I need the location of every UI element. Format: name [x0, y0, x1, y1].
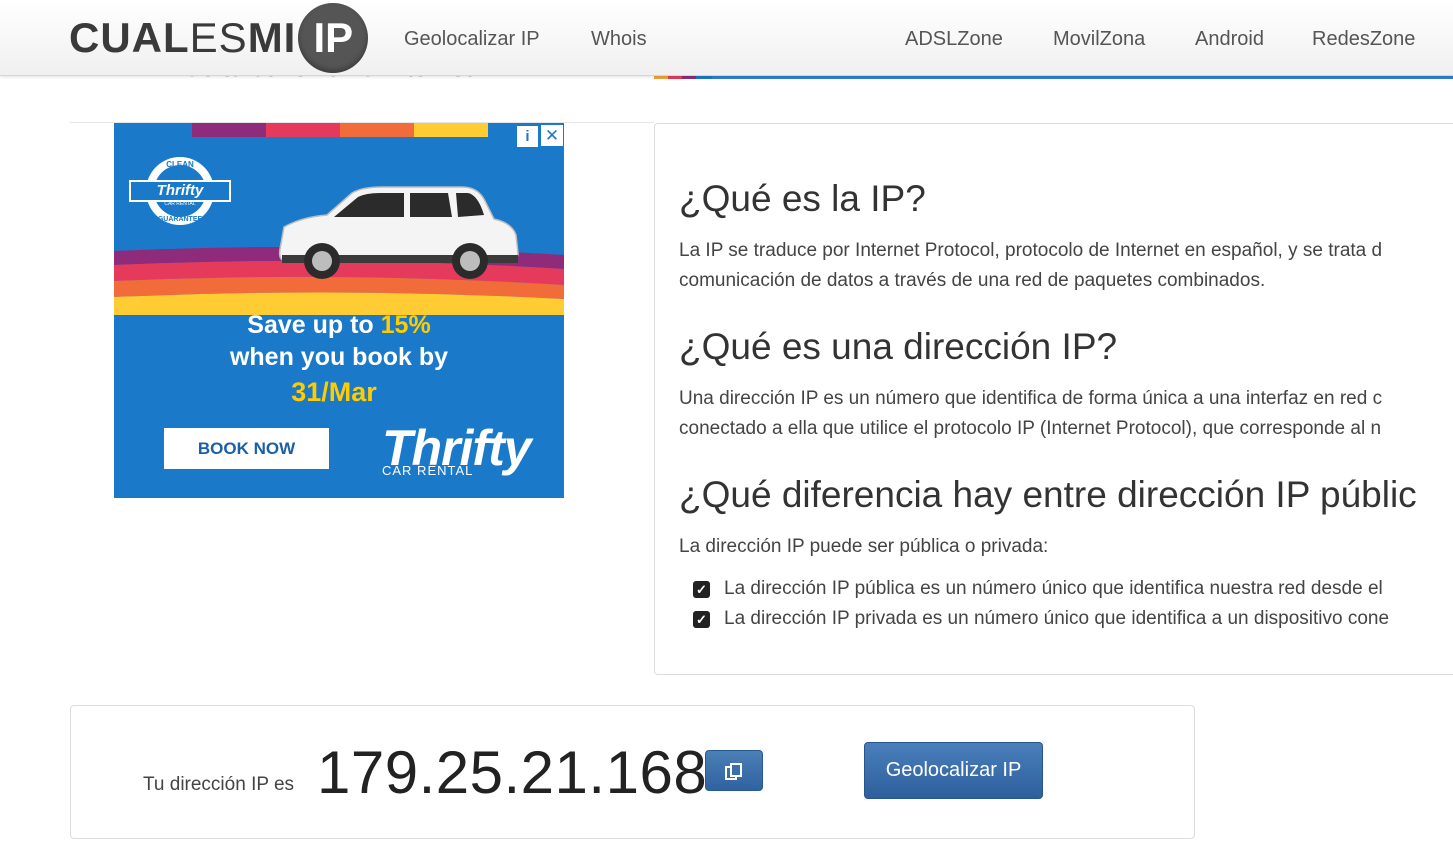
site-header: CUALESMI IP Geolocalizar IP Whois ADSLZo… [0, 0, 1453, 76]
nav-link-android[interactable]: Android [1195, 28, 1264, 51]
clean-guarantee-badge: CLEAN Thrifty CAR RENTAL GUARANTEE [129, 157, 231, 225]
thrifty-logo-sub: CAR RENTAL [382, 463, 474, 478]
ip-label: Tu dirección IP es [143, 774, 295, 795]
ad-headline-date: 31/Mar [291, 377, 377, 407]
nav-link-movilzona[interactable]: MovilZona [1053, 28, 1145, 51]
paragraph-diferencia-ip: La dirección IP puede ser pública o priv… [679, 536, 1049, 557]
list-item: ✓ La dirección IP pública es un número ú… [693, 578, 1383, 600]
info-icon[interactable]: i [516, 125, 539, 148]
ad-color-bar [192, 123, 488, 137]
checkbox-checked-icon: ✓ [693, 610, 710, 628]
ad-banner[interactable]: i ✕ CLEAN Thrifty CAR RENTAL GUARANTEE S… [114, 123, 564, 498]
car-image [278, 186, 519, 279]
copy-ip-button[interactable] [705, 750, 763, 791]
ad-headline-1: Save up to 15% [247, 311, 431, 339]
logo-ip-badge: IP [298, 3, 369, 73]
geolocalizar-ip-button[interactable]: Geolocalizar IP [864, 742, 1043, 799]
paragraph-direccion-ip-1: Una dirección IP es un número que identi… [679, 388, 1383, 409]
nav-link-redeszone[interactable]: RedesZone [1312, 28, 1415, 51]
close-icon[interactable]: ✕ [541, 125, 563, 146]
badge-sub-text: CAR RENTAL [164, 201, 196, 207]
ip-address-box: Tu dirección IP es 179.25.21.168 Geoloca… [70, 705, 1195, 839]
ip-info-panel: ¿Qué es la IP? La IP se traduce por Inte… [654, 123, 1453, 675]
badge-top-text: CLEAN [166, 160, 194, 169]
paragraph-direccion-ip-2: conectado a ella que utilice el protocol… [679, 418, 1382, 439]
paragraph-que-es-ip-2: comunicación de datos a través de una re… [679, 270, 1266, 291]
ad-headline-2: when you book by [229, 343, 449, 371]
heading-diferencia-ip: ¿Qué diferencia hay entre dirección IP p… [679, 474, 1417, 515]
heading-que-es-ip: ¿Qué es la IP? [679, 178, 926, 219]
nav-link-whois[interactable]: Whois [591, 28, 647, 51]
book-now-button[interactable]: BOOK NOW [164, 428, 329, 469]
paragraph-que-es-ip-1: La IP se traduce por Internet Protocol, … [679, 240, 1383, 261]
logo-wordmark: CUALESMI [69, 14, 297, 61]
checkbox-checked-icon: ✓ [693, 580, 710, 598]
badge-brand-text: Thrifty [157, 182, 204, 199]
badge-bottom-text: GUARANTEE [158, 216, 203, 223]
site-logo[interactable]: CUALESMI IP [69, 2, 369, 74]
nav-link-adslzone[interactable]: ADSLZone [905, 28, 1003, 51]
copy-icon [725, 762, 742, 780]
list-item: ✓ La dirección IP privada es un número ú… [693, 608, 1389, 630]
nav-link-geolocalizar[interactable]: Geolocalizar IP [404, 28, 540, 51]
heading-direccion-ip: ¿Qué es una dirección IP? [679, 326, 1118, 367]
ip-address-value: 179.25.21.168 [317, 739, 708, 806]
